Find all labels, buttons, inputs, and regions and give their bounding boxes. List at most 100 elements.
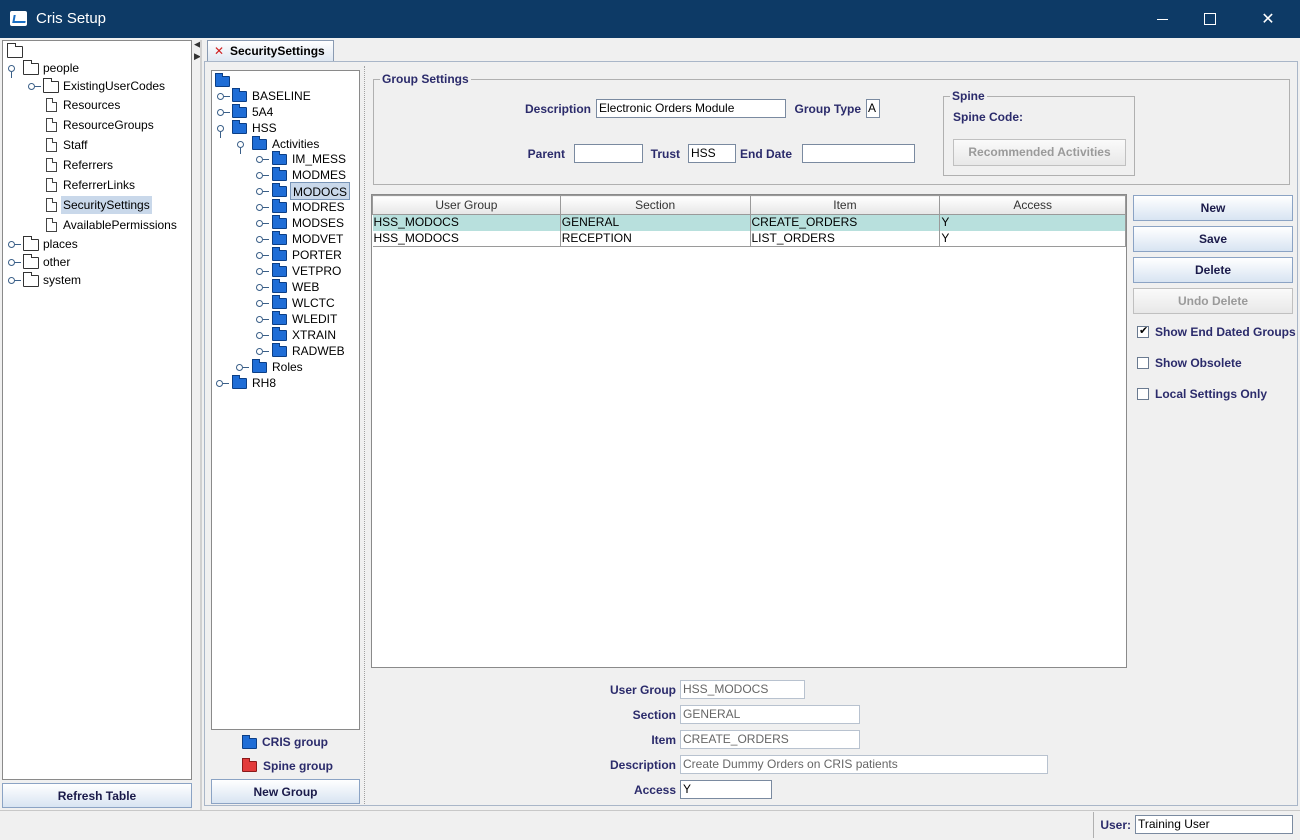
document-icon	[46, 118, 57, 132]
expand-handle-icon[interactable]	[237, 141, 244, 154]
root-open-folder-icon[interactable]	[215, 73, 230, 87]
group-type-input[interactable]: A	[866, 99, 880, 118]
document-icon	[46, 138, 57, 152]
table-row[interactable]: HSS_MODOCS RECEPTION LIST_ORDERS Y	[372, 230, 1126, 247]
refresh-table-button[interactable]: Refresh Table	[2, 783, 192, 808]
expand-handle-icon[interactable]	[217, 125, 224, 138]
blue-folder-icon	[232, 120, 247, 134]
maximize-button[interactable]	[1186, 0, 1232, 38]
tree-item-referrer-links[interactable]: ReferrerLinks	[63, 176, 135, 194]
group-type-label: Group Type	[794, 102, 861, 116]
parent-input[interactable]	[574, 144, 643, 163]
detail-access-field[interactable]: Y	[680, 780, 772, 799]
table-cell[interactable]: Y	[939, 230, 1126, 247]
root-folder-icon[interactable]	[7, 43, 23, 58]
expand-handle-icon[interactable]	[256, 204, 269, 211]
table-row[interactable]: HSS_MODOCS GENERAL CREATE_ORDERS Y	[372, 214, 1126, 231]
expand-handle-icon[interactable]	[256, 316, 269, 323]
table-cell[interactable]: CREATE_ORDERS	[750, 214, 941, 231]
document-icon	[46, 218, 57, 232]
user-field: Training User	[1135, 815, 1293, 834]
expand-handle-icon[interactable]	[256, 300, 269, 307]
tree-item-places[interactable]: places	[43, 235, 78, 253]
expand-handle-icon[interactable]	[256, 220, 269, 227]
column-header-item[interactable]: Item	[749, 195, 941, 215]
local-settings-only-checkbox[interactable]	[1137, 388, 1149, 400]
local-settings-only-label[interactable]: Local Settings Only	[1155, 387, 1267, 401]
new-group-button[interactable]: New Group	[211, 779, 360, 804]
expand-handle-icon[interactable]	[8, 241, 21, 248]
close-button[interactable]: ✕	[1245, 0, 1291, 38]
expand-handle-icon[interactable]	[217, 109, 230, 116]
table-cell[interactable]: Y	[939, 214, 1126, 231]
blue-folder-icon	[232, 88, 247, 102]
show-obsolete-label[interactable]: Show Obsolete	[1155, 356, 1242, 370]
table-cell[interactable]: GENERAL	[560, 214, 751, 231]
expand-handle-icon[interactable]	[8, 259, 21, 266]
tree-item-security-settings[interactable]: SecuritySettings	[61, 196, 152, 214]
tree-item-existing-user-codes[interactable]: ExistingUserCodes	[63, 77, 165, 95]
minimize-button[interactable]	[1140, 0, 1186, 38]
group-tree-rh8[interactable]: RH8	[252, 374, 276, 392]
folder-icon	[23, 254, 39, 269]
tree-item-other[interactable]: other	[43, 253, 70, 271]
blue-folder-icon	[272, 151, 287, 165]
show-obsolete-checkbox[interactable]	[1137, 357, 1149, 369]
show-end-dated-groups-checkbox[interactable]	[1137, 324, 1149, 338]
description-input[interactable]: Electronic Orders Module	[596, 99, 786, 118]
column-header-access[interactable]: Access	[939, 195, 1126, 215]
expand-handle-icon[interactable]	[236, 364, 249, 371]
column-header-user-group[interactable]: User Group	[372, 195, 561, 215]
blue-folder-icon	[252, 359, 267, 373]
close-tab-icon[interactable]: ✕	[214, 41, 224, 61]
folder-icon	[23, 272, 39, 287]
delete-button[interactable]: Delete	[1133, 257, 1293, 283]
trust-input[interactable]: HSS	[688, 144, 736, 163]
spine-code-label: Spine Code:	[953, 110, 1024, 124]
expand-handle-icon[interactable]	[256, 252, 269, 259]
expand-handle-icon[interactable]	[8, 277, 21, 284]
blue-folder-icon	[272, 199, 287, 213]
tree-item-resource-groups[interactable]: ResourceGroups	[63, 116, 154, 134]
tree-item-resources[interactable]: Resources	[63, 96, 120, 114]
column-header-section[interactable]: Section	[559, 195, 751, 215]
expand-handle-icon[interactable]	[256, 172, 269, 179]
table-cell[interactable]: LIST_ORDERS	[750, 230, 941, 247]
group-tree-roles[interactable]: Roles	[272, 358, 303, 376]
detail-description-field: Create Dummy Orders on CRIS patients	[680, 755, 1048, 774]
undo-delete-button[interactable]: Undo Delete	[1133, 288, 1293, 314]
table-cell[interactable]: RECEPTION	[560, 230, 751, 247]
trust-label: Trust	[650, 147, 680, 161]
show-end-dated-groups-label[interactable]: Show End Dated Groups	[1155, 325, 1296, 339]
expand-handle-icon[interactable]	[256, 236, 269, 243]
expand-handle-icon[interactable]	[256, 348, 269, 355]
expand-handle-icon[interactable]	[256, 156, 269, 163]
expand-handle-icon[interactable]	[256, 332, 269, 339]
spine-title: Spine	[950, 89, 987, 103]
tree-item-staff[interactable]: Staff	[63, 136, 87, 154]
new-button[interactable]: New	[1133, 195, 1293, 221]
tree-item-available-permissions[interactable]: AvailablePermissions	[63, 216, 177, 234]
tree-item-system[interactable]: system	[43, 271, 81, 289]
expand-handle-icon[interactable]	[256, 284, 269, 291]
expand-handle-icon[interactable]	[8, 65, 15, 78]
expand-handle-icon[interactable]	[28, 83, 41, 90]
expand-handle-icon[interactable]	[216, 380, 229, 387]
expand-handle-icon[interactable]	[256, 188, 269, 195]
save-button[interactable]: Save	[1133, 226, 1293, 252]
tree-item-people[interactable]: people	[43, 59, 79, 77]
splitter-2[interactable]	[364, 66, 368, 804]
expand-handle-icon[interactable]	[217, 93, 230, 100]
recommended-activities-button[interactable]: Recommended Activities	[953, 139, 1126, 166]
splitter[interactable]	[200, 40, 202, 810]
cris-group-folder-icon	[242, 735, 257, 749]
table-cell[interactable]: HSS_MODOCS	[372, 230, 561, 247]
end-date-input[interactable]	[802, 144, 915, 163]
blue-folder-icon	[272, 295, 287, 309]
expand-handle-icon[interactable]	[256, 268, 269, 275]
tab-security-settings[interactable]: ✕ SecuritySettings	[207, 40, 334, 62]
blue-folder-icon	[252, 136, 267, 150]
tree-item-referrers[interactable]: Referrers	[63, 156, 113, 174]
title-bar: Cris Setup ✕	[0, 0, 1300, 38]
table-cell[interactable]: HSS_MODOCS	[372, 214, 561, 231]
